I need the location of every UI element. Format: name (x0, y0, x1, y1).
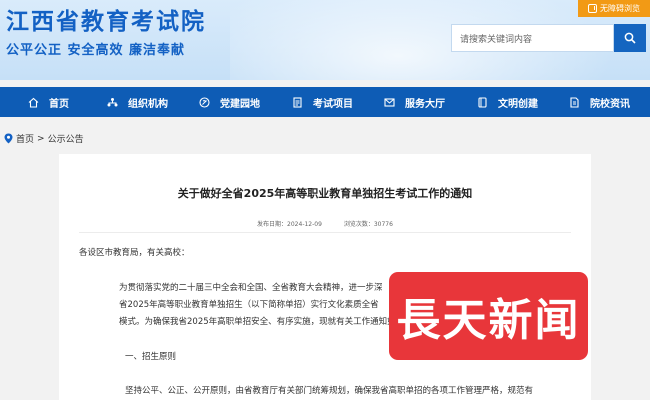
search-placeholder: 请搜索关键词内容 (460, 34, 533, 45)
nav-label: 文明创建 (498, 98, 538, 110)
views-info: 浏览次数：30776 (344, 221, 393, 228)
home-icon (28, 97, 39, 108)
service-icon (384, 97, 395, 107)
nav-label: 首页 (49, 98, 69, 110)
breadcrumb-current[interactable]: 公示公告 (48, 132, 84, 145)
search-icon (624, 32, 636, 44)
article-meta: 发布日期：2024-12-09 浏览次数：30776 (59, 219, 591, 228)
book-icon (478, 96, 487, 108)
site-name[interactable]: 江西省教育考试院 (6, 2, 206, 36)
accessibility-button[interactable]: 无障碍浏览 (578, 0, 650, 17)
nav-label: 服务大厅 (405, 98, 445, 110)
site-slogan: 公平公正 安全高效 廉洁奉献 (6, 43, 186, 58)
publish-info: 发布日期：2024-12-09 (257, 221, 322, 228)
location-pin-icon (4, 133, 13, 144)
nav-item-colleges[interactable]: 院校资讯 (569, 87, 630, 117)
nav-item-org[interactable]: 组织机构 (107, 87, 168, 117)
breadcrumb-separator: > (37, 133, 45, 144)
main-nav: 首页 组织机构 党建园地 考试项目 服务大厅 文明创建 院校资讯 (0, 87, 650, 117)
publish-date: 2024-12-09 (287, 221, 322, 228)
article-title: 关于做好全省2025年高等职业教育单独招生考试工作的通知 (177, 187, 473, 200)
document-icon (293, 96, 302, 108)
breadcrumb-home[interactable]: 首页 (16, 132, 34, 145)
publish-label: 发布日期： (257, 221, 288, 228)
views-label: 浏览次数： (343, 221, 374, 228)
nav-label: 考试项目 (313, 98, 353, 110)
nav-item-exams[interactable]: 考试项目 (292, 87, 353, 117)
section-heading: 一、招生原则 (125, 352, 177, 362)
nav-label: 党建园地 (220, 98, 260, 110)
paragraph-line: 模式。为确保我省2025年高职单招安全、有序实施，现就有关工作通知如下 (119, 317, 405, 327)
search-input[interactable]: 请搜索关键词内容 (451, 24, 614, 52)
views-count: 30776 (373, 221, 393, 228)
divider (79, 232, 571, 233)
breadcrumb: 首页 > 公示公告 (4, 132, 84, 145)
accessibility-label: 无障碍浏览 (600, 4, 640, 13)
party-icon (199, 96, 210, 108)
nav-item-service[interactable]: 服务大厅 (384, 87, 445, 117)
paragraph-line: 坚持公平、公正、公开原则，由省教育厅有关部门统筹规划，确保我省高职单招的各项工作… (125, 386, 534, 396)
nav-item-civilization[interactable]: 文明创建 (477, 87, 538, 117)
accessibility-icon (588, 4, 597, 13)
nav-label: 组织机构 (128, 98, 168, 110)
org-icon (107, 97, 118, 106)
salutation: 各设区市教育局，有关高校： (79, 248, 190, 258)
changtian-news-logo: 長天新闻 (389, 272, 588, 360)
file-icon (570, 96, 579, 108)
logo-text: 長天新闻 (396, 295, 581, 346)
nav-item-home[interactable]: 首页 (28, 87, 69, 117)
nav-label: 院校资讯 (590, 98, 630, 110)
search-button[interactable] (614, 24, 646, 52)
nav-item-party[interactable]: 党建园地 (199, 87, 260, 117)
